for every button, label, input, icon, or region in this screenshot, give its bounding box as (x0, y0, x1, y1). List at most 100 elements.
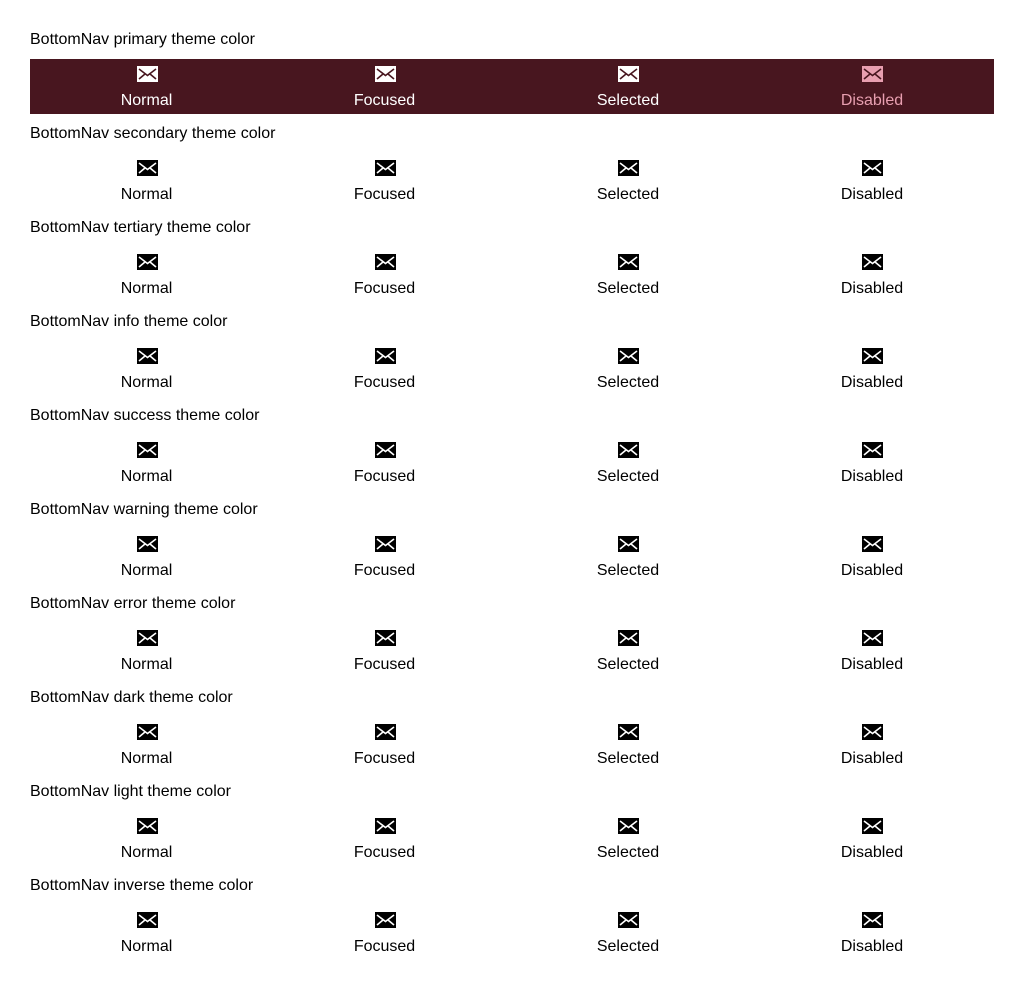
nav-item-focused[interactable]: Focused (263, 341, 506, 396)
nav-item-normal[interactable]: Normal (30, 717, 263, 772)
nav-item-normal[interactable]: Normal (30, 905, 263, 960)
nav-item-disabled: Disabled (750, 905, 994, 960)
envelope-icon (862, 818, 883, 834)
section-inverse: BottomNav inverse theme color Normal Foc… (30, 876, 994, 970)
section-title: BottomNav success theme color (30, 407, 260, 424)
envelope-icon (862, 536, 883, 552)
nav-item-selected[interactable]: Selected (506, 153, 750, 208)
nav-item-label: Selected (596, 186, 660, 203)
nav-item-selected[interactable]: Selected (506, 529, 750, 584)
nav-item-label: Selected (596, 374, 660, 391)
envelope-icon (136, 912, 158, 928)
nav-item-label: Selected (596, 562, 660, 579)
envelope-icon (862, 912, 883, 928)
nav-item-focused[interactable]: Focused (263, 435, 506, 490)
envelope-icon (136, 66, 158, 82)
nav-item-focused[interactable]: Focused (263, 153, 506, 208)
envelope-icon (618, 160, 639, 176)
section-title: BottomNav inverse theme color (30, 877, 254, 894)
envelope-icon (618, 912, 639, 928)
nav-item-selected[interactable]: Selected (506, 59, 750, 114)
nav-item-label: Normal (120, 92, 173, 109)
envelope-icon (862, 254, 883, 270)
nav-item-selected[interactable]: Selected (506, 717, 750, 772)
nav-item-focused[interactable]: Focused (263, 905, 506, 960)
nav-item-selected[interactable]: Selected (506, 247, 750, 302)
envelope-icon (862, 442, 883, 458)
section-title: BottomNav warning theme color (30, 501, 258, 518)
envelope-icon (862, 348, 883, 364)
nav-item-label: Normal (120, 186, 173, 203)
nav-item-selected[interactable]: Selected (506, 811, 750, 866)
bottom-nav-primary: Normal Focused Selected Disabled (30, 59, 994, 114)
section-title: BottomNav light theme color (30, 783, 231, 800)
envelope-icon (618, 724, 639, 740)
envelope-icon (618, 442, 639, 458)
nav-item-normal[interactable]: Normal (30, 623, 263, 678)
bottom-nav-error: Normal Focused Selected Disabled (30, 623, 994, 678)
nav-item-label: Selected (596, 92, 660, 109)
bottom-nav-info: Normal Focused Selected Disabled (30, 341, 994, 396)
nav-item-label: Normal (120, 750, 173, 767)
nav-item-label: Selected (596, 844, 660, 861)
nav-item-selected[interactable]: Selected (506, 905, 750, 960)
nav-item-normal[interactable]: Normal (30, 341, 263, 396)
envelope-icon (136, 442, 158, 458)
nav-item-label: Normal (120, 468, 173, 485)
section-warning: BottomNav warning theme color Normal Foc… (30, 500, 994, 594)
nav-item-label: Disabled (840, 750, 904, 767)
envelope-icon (374, 66, 396, 82)
bottom-nav-tertiary: Normal Focused Selected Disabled (30, 247, 994, 302)
envelope-icon (618, 818, 639, 834)
envelope-icon (862, 66, 883, 82)
nav-item-label: Selected (596, 280, 660, 297)
nav-item-selected[interactable]: Selected (506, 435, 750, 490)
nav-item-disabled: Disabled (750, 529, 994, 584)
envelope-icon (618, 536, 639, 552)
nav-item-focused[interactable]: Focused (263, 529, 506, 584)
envelope-icon (374, 912, 396, 928)
envelope-icon (618, 630, 639, 646)
envelope-icon (862, 160, 883, 176)
nav-item-focused[interactable]: Focused (263, 59, 506, 114)
nav-item-normal[interactable]: Normal (30, 153, 263, 208)
nav-item-disabled: Disabled (750, 435, 994, 490)
nav-item-selected[interactable]: Selected (506, 623, 750, 678)
nav-item-normal[interactable]: Normal (30, 435, 263, 490)
bottom-nav-inverse: Normal Focused Selected Disabled (30, 905, 994, 960)
bottom-nav-warning: Normal Focused Selected Disabled (30, 529, 994, 584)
section-title: BottomNav error theme color (30, 595, 236, 612)
envelope-icon (136, 724, 158, 740)
envelope-icon (136, 630, 158, 646)
nav-item-label: Selected (596, 938, 660, 955)
nav-item-label: Disabled (840, 468, 904, 485)
bottom-nav-light: Normal Focused Selected Disabled (30, 811, 994, 866)
envelope-icon (618, 348, 639, 364)
nav-item-normal[interactable]: Normal (30, 59, 263, 114)
nav-item-normal[interactable]: Normal (30, 247, 263, 302)
nav-item-label: Selected (596, 750, 660, 767)
nav-item-focused[interactable]: Focused (263, 811, 506, 866)
nav-item-label: Selected (596, 656, 660, 673)
bottom-nav-dark: Normal Focused Selected Disabled (30, 717, 994, 772)
envelope-icon (374, 630, 396, 646)
nav-item-label: Focused (353, 186, 416, 203)
envelope-icon (862, 630, 883, 646)
nav-item-disabled: Disabled (750, 811, 994, 866)
nav-item-label: Focused (353, 374, 416, 391)
envelope-icon (374, 818, 396, 834)
nav-item-normal[interactable]: Normal (30, 529, 263, 584)
nav-item-selected[interactable]: Selected (506, 341, 750, 396)
nav-item-focused[interactable]: Focused (263, 717, 506, 772)
envelope-icon (618, 66, 639, 82)
section-title: BottomNav secondary theme color (30, 125, 276, 142)
nav-item-focused[interactable]: Focused (263, 247, 506, 302)
nav-item-label: Disabled (840, 938, 904, 955)
nav-item-disabled: Disabled (750, 247, 994, 302)
envelope-icon (136, 818, 158, 834)
section-title: BottomNav info theme color (30, 313, 228, 330)
nav-item-focused[interactable]: Focused (263, 623, 506, 678)
section-success: BottomNav success theme color Normal Foc… (30, 406, 994, 500)
nav-item-label: Normal (120, 844, 173, 861)
nav-item-normal[interactable]: Normal (30, 811, 263, 866)
